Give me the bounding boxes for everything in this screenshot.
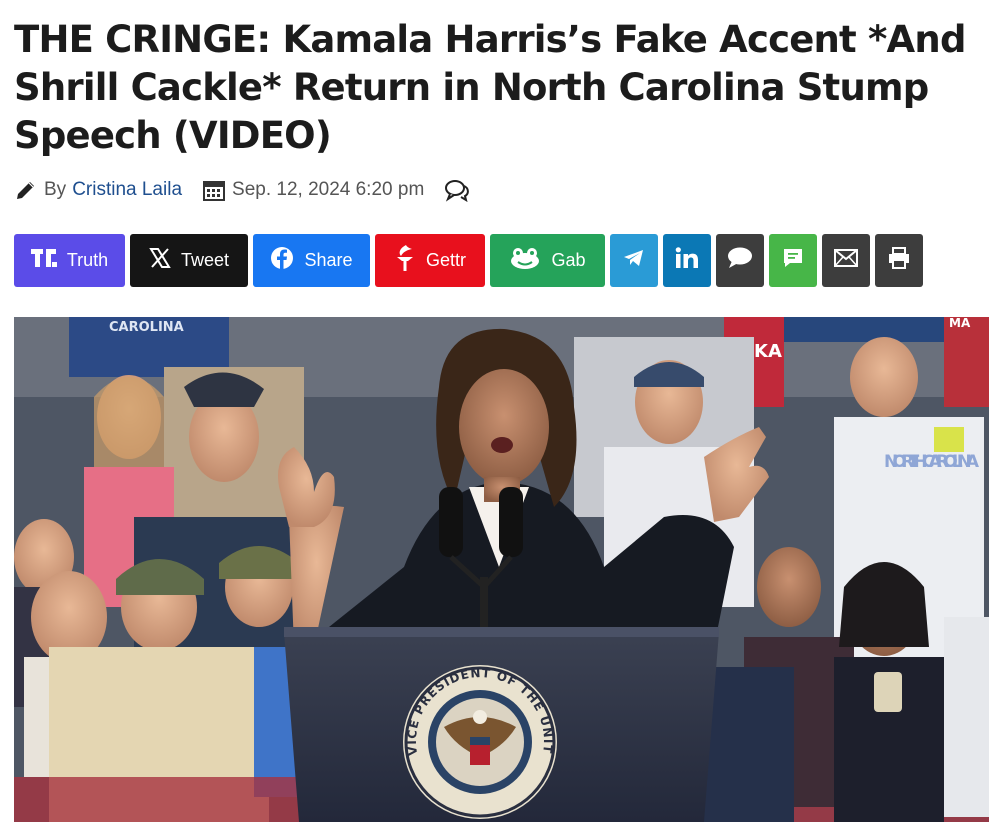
facebook-share-button[interactable]: Share <box>253 234 370 287</box>
email-share-button[interactable] <box>822 234 870 287</box>
rally-scene: CAROLINA KA MA NORTH CAROLINA VICE PRESI… <box>14 317 989 822</box>
sms-icon <box>782 247 804 274</box>
envelope-icon <box>834 249 858 272</box>
gab-share-button[interactable]: Gab <box>490 234 605 287</box>
facebook-icon <box>270 246 294 275</box>
article-title: THE CRINGE: Kamala Harris’s Fake Accent … <box>14 18 966 157</box>
tweet-label: Tweet <box>180 250 230 270</box>
truth-share-label: Truth <box>66 250 109 270</box>
sms-share-button[interactable] <box>769 234 817 287</box>
gettr-icon <box>394 244 416 277</box>
article-page: THE CRINGE: Kamala Harris’s Fake Accent … <box>0 0 1005 822</box>
article-meta: By Cristina Laila Sep. 12, 2024 6:20 pm <box>14 174 476 206</box>
author-link[interactable]: Cristina Laila <box>72 179 182 201</box>
telegram-icon <box>623 248 645 273</box>
publish-date: Sep. 12, 2024 6:20 pm <box>232 179 425 200</box>
comments-icon[interactable] <box>444 178 470 202</box>
gettr-share-button[interactable]: Gettr <box>375 234 485 287</box>
article-photo: CAROLINA KA MA NORTH CAROLINA VICE PRESI… <box>14 317 989 822</box>
comment-share-button[interactable] <box>716 234 764 287</box>
truth-social-icon <box>30 247 57 274</box>
sign-ka: KA <box>754 341 782 362</box>
print-button[interactable] <box>875 234 923 287</box>
gab-share-label: Gab <box>551 250 586 270</box>
gettr-share-label: Gettr <box>425 250 466 270</box>
x-icon <box>149 247 171 274</box>
sign-north-carolina: NORTH CAROLINA <box>884 452 980 472</box>
tweet-button[interactable]: Tweet <box>130 234 248 287</box>
pencil-icon <box>14 178 38 202</box>
facebook-share-label: Share <box>304 250 353 270</box>
share-bar: Truth Tweet Share Gettr Gab <box>14 234 923 287</box>
sign-carolina: CAROLINA <box>109 320 184 335</box>
telegram-share-button[interactable] <box>610 234 658 287</box>
sign-ma: MA <box>949 317 971 330</box>
linkedin-icon <box>675 247 699 274</box>
linkedin-share-button[interactable] <box>663 234 711 287</box>
calendar-icon <box>202 178 226 202</box>
truth-share-button[interactable]: Truth <box>14 234 125 287</box>
speech-bubble-icon <box>727 247 753 274</box>
printer-icon <box>888 247 910 274</box>
byline-label: By <box>44 179 67 200</box>
gab-frog-icon <box>509 246 541 275</box>
